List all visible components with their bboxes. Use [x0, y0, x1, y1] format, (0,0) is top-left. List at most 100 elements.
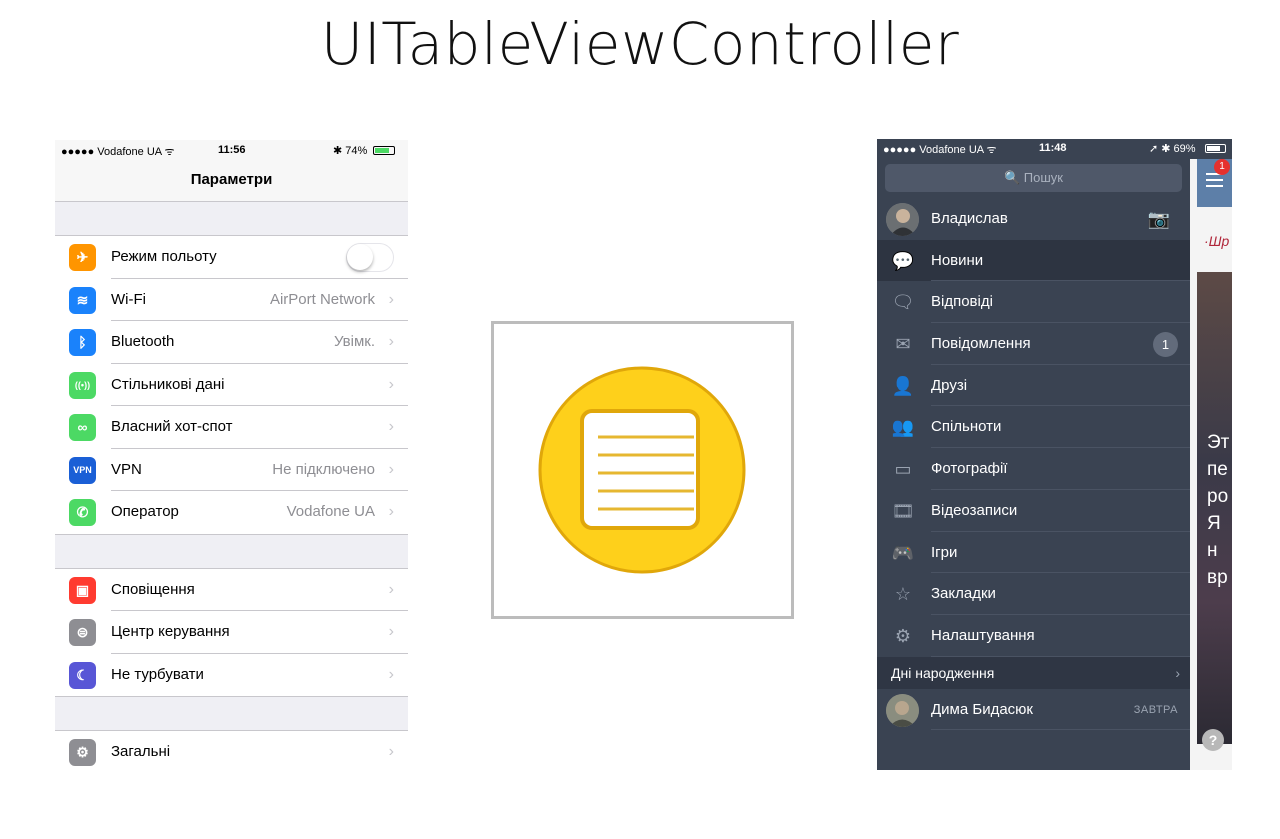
avatar [886, 693, 919, 727]
chevron-right-icon: › [388, 503, 394, 520]
settings-row[interactable]: ▣ Сповіщення › [55, 568, 408, 611]
settings-row-label: Сповіщення [111, 580, 195, 598]
menu-item-label: Фотографії [931, 460, 1008, 478]
settings-row[interactable]: ☾ Не турбувати › [55, 653, 408, 696]
birthday-name: Дима Бидасюк [931, 700, 1033, 718]
settings-row[interactable]: ≋ Wi-Fi AirPort Network › [55, 278, 408, 321]
menu-item-label: Ігри [931, 543, 958, 561]
post-line: пе [1207, 459, 1228, 480]
toggle-knob [347, 244, 373, 270]
settings-row-label: Bluetooth [111, 333, 175, 350]
settings-row-label: Не турбувати [111, 665, 204, 683]
birthday-date: ЗАВТРА [1133, 703, 1178, 716]
settings-row-value: Не підключено [272, 460, 375, 478]
bluetooth-icon: ᛒ [69, 329, 96, 356]
status-bar: ●●●●● Vodafone UA ᯤ 11:48 ➚ ✱ 69% [877, 139, 1232, 159]
friends-icon: 👤 [891, 375, 915, 396]
menu-item-label: Спільноти [931, 418, 1002, 436]
settings-row[interactable]: ⊜ Центр керування › [55, 611, 408, 654]
replies-icon: 🗨 [891, 292, 915, 313]
settings-row-value: AirPort Network [269, 290, 375, 308]
phone-icon: ✆ [69, 499, 96, 526]
menu-item[interactable]: 💬 Новини [877, 239, 1190, 282]
avatar [886, 203, 919, 236]
post-line: ро [1207, 486, 1229, 507]
settings-row[interactable]: ✈ Режим польоту [55, 236, 408, 279]
slide-title: UITableViewController [320, 10, 960, 78]
birthday-row[interactable]: Дима Бидасюк ЗАВТРА [877, 689, 1190, 731]
settings-row[interactable]: ⚙ Загальні › [55, 731, 408, 770]
ios-settings-screen: ●●●●● Vodafone UA ᯤ 11:56 ✱ 74% Параметр… [55, 140, 408, 770]
menu-item-label: Налаштування [931, 626, 1035, 644]
help-icon[interactable]: ? [1202, 729, 1224, 751]
side-menu: Владислав 📷 💬 Новини 🗨 Відповіді ✉ Повідомлен… [877, 198, 1190, 731]
cellular-icon: ((•)) [69, 371, 96, 399]
chevron-right-icon: › [388, 580, 394, 598]
settings-row-label: VPN [111, 460, 142, 478]
birthdays-title: Дні народження [891, 664, 995, 681]
airplane-icon: ✈ [69, 244, 96, 271]
settings-row[interactable]: ((•)) Стільникові дані › [55, 363, 408, 406]
bookmarks-icon: ☆ [894, 584, 912, 605]
chevron-right-icon: › [388, 290, 394, 308]
menu-item-label: Відеозаписи [931, 501, 1018, 519]
settings-row-label: Загальні [111, 743, 171, 760]
menu-item[interactable]: ✉ Повідомлення 1 [877, 323, 1190, 365]
settings-row[interactable]: ✆ Оператор Vodafone UA › [55, 491, 408, 534]
settings-row[interactable]: VPN VPN Не підключено › [55, 448, 408, 491]
clock: 11:48 [1039, 142, 1067, 154]
section-gap [55, 534, 408, 569]
airplane-mode-toggle[interactable] [346, 243, 394, 272]
settings-row[interactable]: ᛒ Bluetooth Увімк. › [55, 321, 408, 364]
menu-item[interactable]: ▭ Фотографії [877, 448, 1190, 490]
post-logo: ·Шр [1204, 233, 1230, 249]
menu-item-label: Новини [931, 251, 984, 269]
notes-icon [538, 366, 746, 574]
battery-status: ✱ 74% [333, 145, 368, 157]
menu-item-label: Друзі [931, 376, 968, 394]
settings-row-label: Оператор [111, 503, 179, 520]
menu-item[interactable]: ☆ Закладки [877, 573, 1190, 615]
messages-icon: ✉ [895, 334, 911, 355]
profile-row[interactable]: Владислав 📷 [877, 198, 1190, 240]
wifi-icon: ≋ [69, 286, 96, 314]
profile-name: Владислав [931, 210, 1008, 227]
settings-row-label: Центр керування [111, 623, 230, 640]
settings-row-label: Режим польоту [111, 248, 217, 265]
menu-item[interactable]: ⚙ Налаштування [877, 615, 1190, 657]
vk-menu-screen: ●●●●● Vodafone UA ᯤ 11:48 ➚ ✱ 69% 🔍 Пошу… [877, 139, 1232, 770]
chevron-right-icon: › [388, 333, 394, 350]
birthdays-section[interactable]: Дні народження › [877, 656, 1190, 689]
settings-row-label: Власний хот-спот [111, 418, 233, 435]
settings-group-connectivity: ✈ Режим польоту ≋ Wi-Fi AirPort Network › ᛒ Blu… [55, 236, 408, 535]
notifications-icon: ▣ [69, 576, 96, 604]
camera-icon[interactable]: 📷 [1148, 209, 1170, 230]
battery-status: ➚ ✱ 69% [1149, 143, 1196, 155]
chevron-right-icon: › [388, 743, 394, 760]
settings-group-notifications: ▣ Сповіщення › ⊜ Центр керування › ☾ Не турбува… [55, 568, 408, 697]
menu-item[interactable]: 🎞 Відеозаписи [877, 490, 1190, 532]
menu-item[interactable]: 🗨 Відповіді [877, 281, 1190, 324]
menu-item[interactable]: 👤 Друзі [877, 365, 1190, 407]
carrier: ●●●●● Vodafone UA ᯤ [61, 146, 175, 158]
chevron-right-icon: › [388, 460, 394, 478]
menu-item[interactable]: 👥 Спільноти [877, 406, 1190, 449]
photos-icon: ▭ [894, 459, 912, 480]
post-line: вр [1207, 567, 1228, 588]
settings-row[interactable]: ∞ Власний хот-спот › [55, 406, 408, 449]
settings-row-label: Стільникові дані [111, 375, 225, 393]
menu-item[interactable]: 🎮 Ігри [877, 532, 1190, 574]
menu-item-label: Відповіді [931, 293, 993, 311]
content-peek[interactable]: ·Шр Эт пе ро Я н вр ? [1190, 159, 1232, 770]
chevron-right-icon: › [1175, 664, 1180, 681]
search-input[interactable]: 🔍 Пошук [885, 164, 1182, 192]
chevron-right-icon: › [388, 418, 394, 435]
chevron-right-icon: › [388, 375, 394, 393]
chevron-right-icon: › [388, 623, 394, 640]
games-icon: 🎮 [891, 542, 915, 563]
moon-icon: ☾ [69, 661, 96, 689]
videos-icon: 🎞 [891, 500, 915, 521]
control-center-icon: ⊜ [69, 619, 96, 646]
page-title: Параметри [55, 161, 408, 202]
settings-row-value: Увімк. [333, 333, 375, 350]
